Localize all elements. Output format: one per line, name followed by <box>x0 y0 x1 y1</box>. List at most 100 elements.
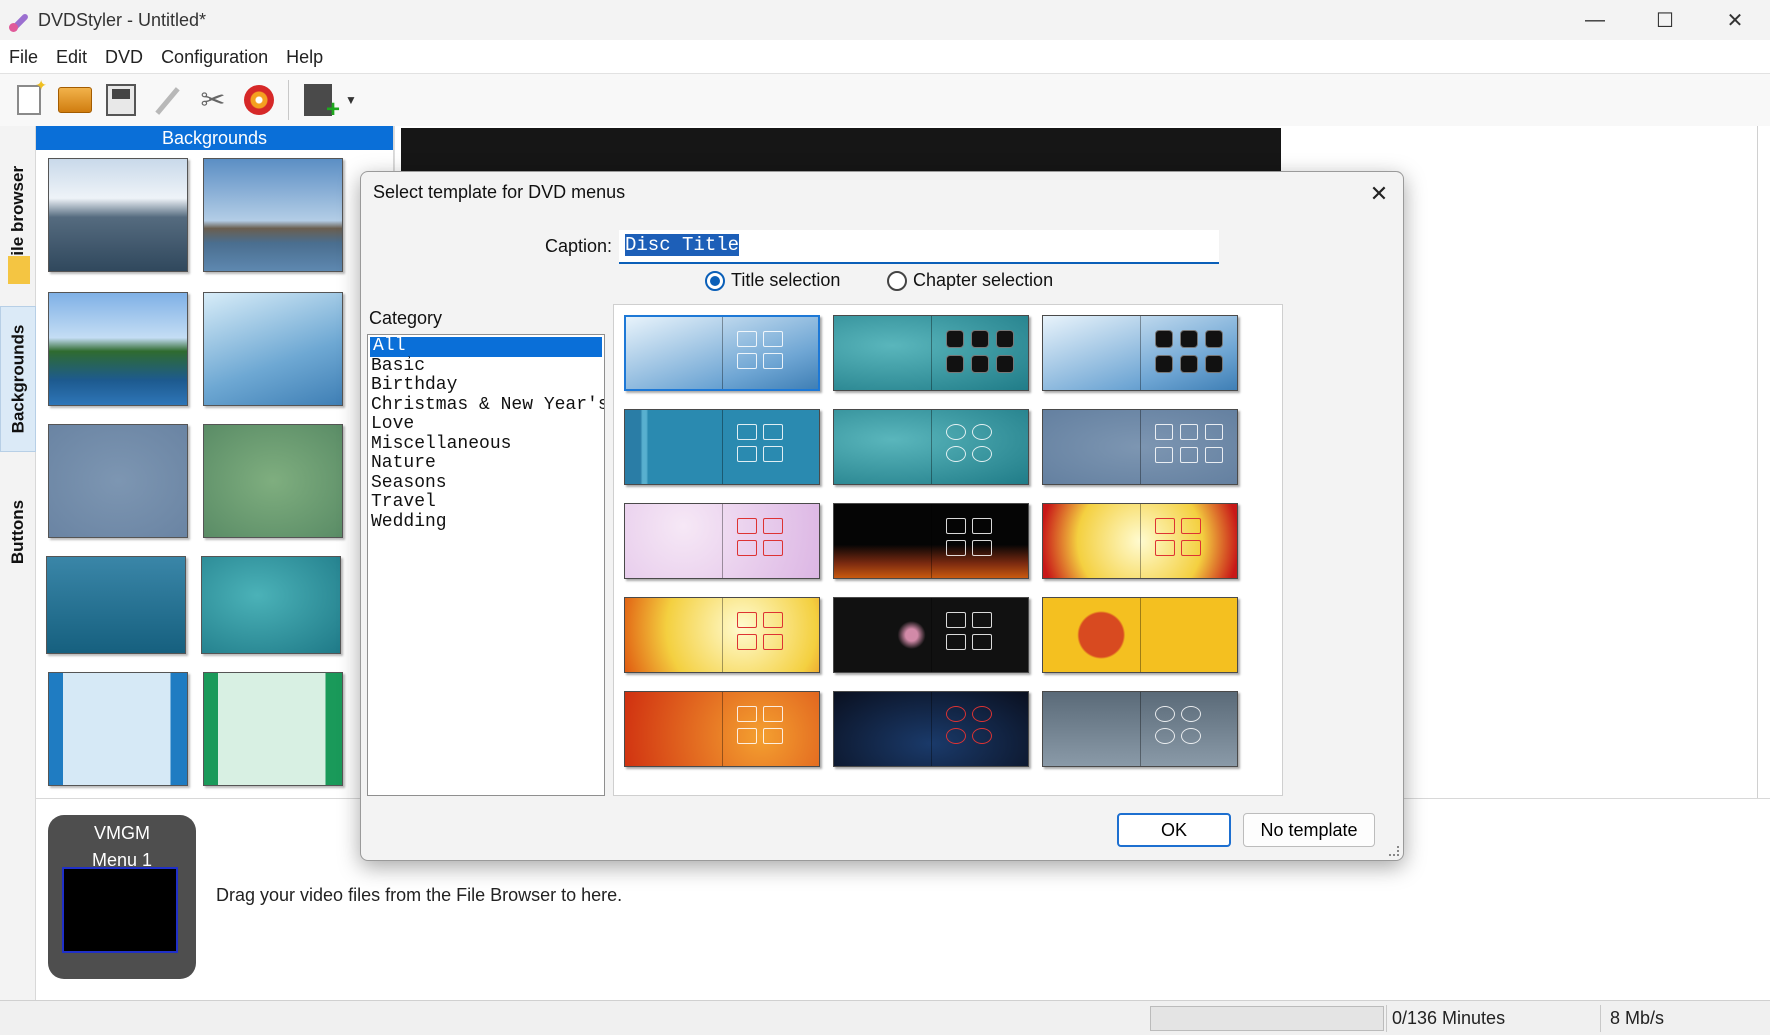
category-item-basic[interactable]: Basic <box>368 356 604 377</box>
status-bitrate: 8 Mb/s <box>1610 1008 1665 1028</box>
template-thumb[interactable] <box>833 503 1029 579</box>
template-thumb-half <box>931 316 1028 390</box>
template-thumb[interactable] <box>624 691 820 767</box>
background-thumb-slate[interactable] <box>48 424 188 538</box>
template-thumb[interactable] <box>1042 597 1238 673</box>
template-thumb[interactable] <box>833 597 1029 673</box>
new-file-icon <box>17 77 47 115</box>
open-project-button[interactable] <box>52 78 98 122</box>
template-thumb[interactable] <box>833 691 1029 767</box>
background-thumb-teal-stripes[interactable] <box>46 556 186 654</box>
status-minutes: 0/136 Minutes <box>1392 1008 1506 1028</box>
add-file-dropdown-icon[interactable]: ▼ <box>345 93 357 107</box>
background-thumb-sea[interactable] <box>48 158 188 272</box>
template-thumb-half <box>1140 410 1237 484</box>
background-thumb-green-bars[interactable] <box>203 672 343 786</box>
menu-edit[interactable]: Edit <box>47 40 96 74</box>
new-project-button[interactable] <box>6 77 52 122</box>
radio-title-selection-label: Title selection <box>731 270 841 290</box>
template-thumb[interactable] <box>1042 503 1238 579</box>
template-thumb[interactable] <box>624 409 820 485</box>
close-window-button[interactable]: ✕ <box>1700 0 1770 40</box>
maximize-button[interactable]: ☐ <box>1630 0 1700 40</box>
template-thumb-half <box>931 598 1028 672</box>
settings-button[interactable]: ✂ <box>190 78 236 122</box>
template-thumb-half <box>722 317 818 389</box>
status-bar: 0/136 Minutes 8 Mb/s <box>0 1000 1770 1035</box>
save-project-button[interactable] <box>98 78 144 122</box>
category-item-miscellaneous[interactable]: Miscellaneous <box>368 434 604 455</box>
template-thumb-half <box>1140 316 1237 390</box>
template-button-grid <box>737 518 783 556</box>
burn-button[interactable] <box>236 78 282 122</box>
caption-input[interactable]: Disc Title <box>619 230 1219 264</box>
side-tabs: File browser Backgrounds Buttons <box>0 126 36 1000</box>
folder-icon <box>8 256 30 284</box>
dialog-close-icon[interactable]: ✕ <box>1363 178 1395 210</box>
template-thumb[interactable] <box>833 315 1029 391</box>
template-thumb-half <box>1140 504 1237 578</box>
no-template-button[interactable]: No template <box>1243 813 1375 847</box>
template-thumb-half <box>931 504 1028 578</box>
radio-title-selection-indicator[interactable] <box>705 270 725 291</box>
category-item-christmas[interactable]: Christmas & New Year's Ev <box>368 395 604 416</box>
add-file-icon <box>304 84 340 124</box>
status-separator <box>1386 1005 1387 1032</box>
add-file-button[interactable] <box>295 78 341 124</box>
window-controls: — ☐ ✕ <box>1560 0 1770 40</box>
tab-buttons[interactable]: Buttons <box>0 452 36 612</box>
caption-label: Caption: <box>545 236 613 256</box>
radio-chapter-selection-indicator[interactable] <box>887 270 907 291</box>
tab-file-browser-label: File browser <box>8 165 28 267</box>
title-bar: DVDStyler - Untitled* — ☐ ✕ <box>0 0 1770 40</box>
radio-title-selection[interactable]: Title selection <box>705 270 840 291</box>
disc-usage-progress <box>1150 1006 1384 1031</box>
template-grid[interactable] <box>613 304 1283 796</box>
select-template-dialog: Select template for DVD menus ✕ Caption:… <box>360 171 1404 861</box>
background-thumb-green[interactable] <box>203 424 343 538</box>
vmgm-label: VMGM <box>94 823 150 843</box>
resize-grip-icon[interactable] <box>1389 846 1399 856</box>
dialog-title: Select template for DVD menus <box>373 182 626 202</box>
template-thumb[interactable] <box>1042 409 1238 485</box>
template-button-grid <box>946 424 992 462</box>
template-thumb[interactable] <box>624 315 820 391</box>
template-thumb[interactable] <box>833 409 1029 485</box>
background-thumb-ship[interactable] <box>203 158 343 272</box>
template-thumb[interactable] <box>1042 315 1238 391</box>
category-item-nature[interactable]: Nature <box>368 453 604 474</box>
burn-disc-icon <box>244 85 274 115</box>
menu-help[interactable]: Help <box>277 40 332 74</box>
category-item-seasons[interactable]: Seasons <box>368 473 604 494</box>
category-item-love[interactable]: Love <box>368 414 604 435</box>
toolbar-separator <box>288 80 289 120</box>
category-item-wedding[interactable]: Wedding <box>368 512 604 533</box>
template-thumb[interactable] <box>624 597 820 673</box>
minimize-button[interactable]: — <box>1560 0 1630 40</box>
category-item-travel[interactable]: Travel <box>368 492 604 513</box>
background-thumb-blue-bars[interactable] <box>48 672 188 786</box>
menu-dvd[interactable]: DVD <box>96 40 152 74</box>
menu-file[interactable]: File <box>0 40 47 74</box>
category-item-all[interactable]: All <box>369 336 603 358</box>
background-thumb-river[interactable] <box>48 292 188 406</box>
template-button-grid <box>946 518 992 556</box>
ok-button[interactable]: OK <box>1117 813 1231 847</box>
category-list[interactable]: All Basic Birthday Christmas & New Year'… <box>367 334 605 796</box>
template-thumb-half <box>722 410 819 484</box>
menu-bar: File Edit DVD Configuration Help <box>0 40 1770 74</box>
menu-1-thumbnail[interactable] <box>62 867 178 953</box>
toolbar: ✂ ▼ <box>0 74 1770 126</box>
menu-configuration[interactable]: Configuration <box>152 40 277 74</box>
background-thumb-wave[interactable] <box>203 292 343 406</box>
category-item-birthday[interactable]: Birthday <box>368 375 604 396</box>
template-thumb[interactable] <box>1042 691 1238 767</box>
template-thumb[interactable] <box>624 503 820 579</box>
settings-tools-icon: ✂ <box>200 83 226 117</box>
radio-chapter-selection[interactable]: Chapter selection <box>887 270 1053 291</box>
tab-backgrounds[interactable]: Backgrounds <box>0 306 36 452</box>
wizard-button[interactable] <box>144 78 190 122</box>
vmgm-menu-tile[interactable]: VMGM Menu 1 <box>48 815 196 979</box>
wizard-icon <box>152 85 182 115</box>
background-thumb-teal-texture[interactable] <box>201 556 341 654</box>
